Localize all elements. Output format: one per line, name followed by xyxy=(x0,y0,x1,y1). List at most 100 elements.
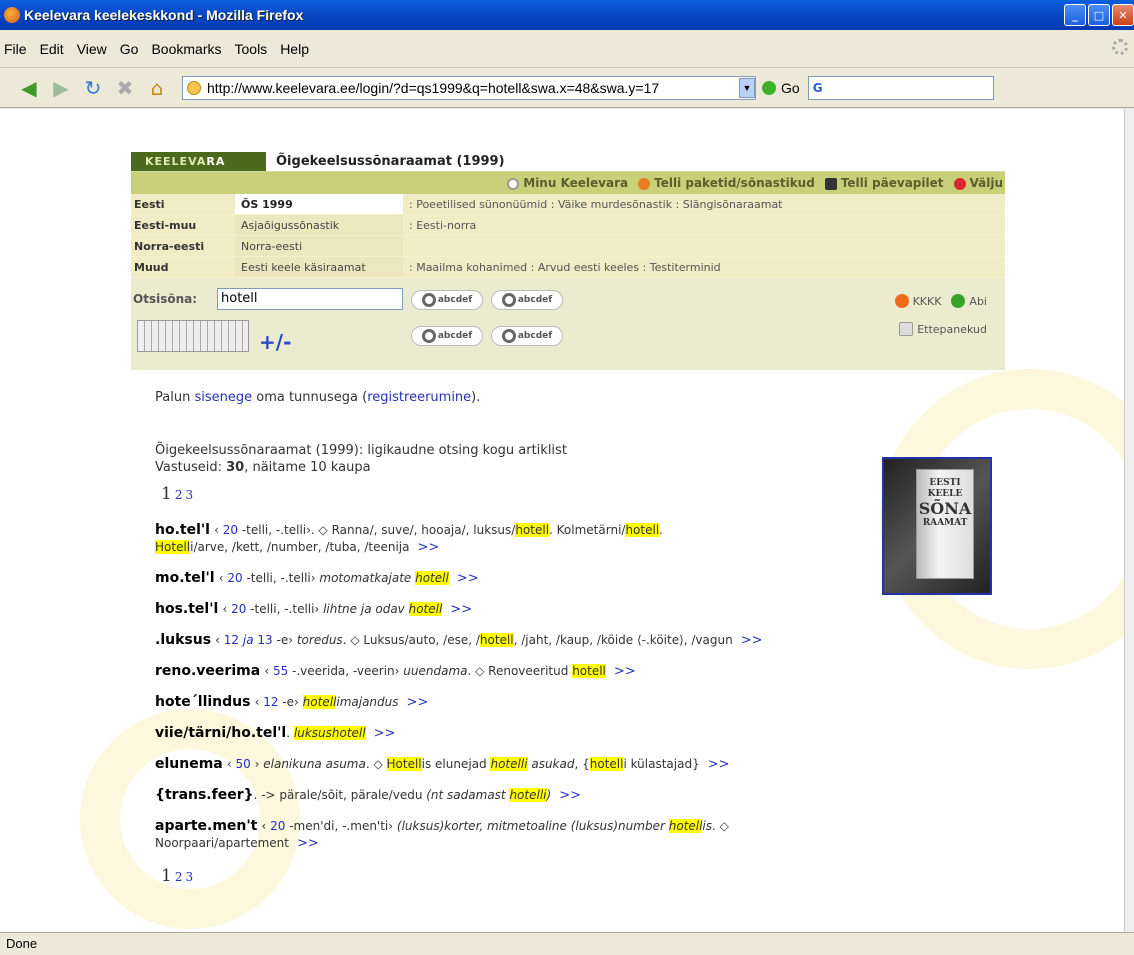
list-item: hote´llindus ‹ 12 -e› hotellimajandus >> xyxy=(155,694,429,710)
ticket-icon xyxy=(824,177,837,190)
menu-bookmarks[interactable]: Bookmarks xyxy=(151,41,221,57)
more-link[interactable]: >> xyxy=(418,540,440,555)
list-item: aparte.men't ‹ 20 -men'di, -.men'ti› (lu… xyxy=(155,818,729,851)
vertical-scrollbar[interactable] xyxy=(1124,109,1134,932)
search-box[interactable]: G xyxy=(807,75,994,100)
help-icon xyxy=(951,294,966,308)
stop-icon[interactable]: ✖ xyxy=(112,75,138,101)
page-link[interactable]: 3 xyxy=(185,870,193,884)
more-link[interactable]: >> xyxy=(407,695,429,710)
abi-link: Abi xyxy=(969,294,987,308)
address-bar[interactable]: http://www.keelevara.ee/login/?d=qs1999&… xyxy=(182,75,756,100)
more-link[interactable]: >> xyxy=(374,726,396,741)
more-link[interactable]: >> xyxy=(741,633,763,648)
list-item: reno.veerima ‹ 55 -.veerida, -veerin› uu… xyxy=(155,663,636,679)
back-icon[interactable]: ◀ xyxy=(16,75,42,101)
address-dropdown-icon[interactable]: ▼ xyxy=(739,77,755,98)
result-summary: Õigekeelsussõnaraamat (1999): ligikaudne… xyxy=(155,443,567,475)
register-link[interactable]: registreerumine xyxy=(367,390,471,405)
results-content: Palun sisenege oma tunnusega (registreer… xyxy=(155,389,975,904)
page-link[interactable]: 3 xyxy=(185,488,193,502)
list-item: {trans.feer}. -> pärale/sõit, pärale/ved… xyxy=(155,787,581,803)
list-item: elunema ‹ 50 › elanikuna asuma. ◇ Hotell… xyxy=(155,756,730,772)
go-button[interactable]: Go xyxy=(762,80,800,96)
kkkk-link[interactable]: KKKK Abi xyxy=(894,294,987,308)
menu-help[interactable]: Help xyxy=(280,41,309,57)
magnifier-icon xyxy=(421,329,436,343)
reload-icon[interactable]: ↻ xyxy=(80,75,106,101)
page-viewport: KEELEVA RA Õigekeelsussõnaraamat (1999) M… xyxy=(0,109,1124,932)
category-row-eesti-muu: Eesti-muu Asjaõigussõnastik : Eesti-norr… xyxy=(131,215,1005,236)
dictionary-cover-image: EESTI KEELE SÕNA RAAMAT xyxy=(882,457,992,595)
dictionary-panel: KEELEVA RA Õigekeelsussõnaraamat (1999) M… xyxy=(131,152,1005,370)
search-exact-button[interactable]: abcdef xyxy=(411,290,483,310)
dict-norra-eesti[interactable]: Norra-eesti xyxy=(235,236,403,256)
page-current: 1 xyxy=(161,484,172,504)
nav-valju[interactable]: Välju xyxy=(953,176,1003,190)
user-icon xyxy=(507,177,520,190)
search-input[interactable]: hotell xyxy=(217,288,403,310)
more-link[interactable]: >> xyxy=(457,571,479,586)
search-exact-button-2[interactable]: abcdef xyxy=(411,326,483,346)
address-text: http://www.keelevara.ee/login/?d=qs1999&… xyxy=(207,79,660,96)
more-link[interactable]: >> xyxy=(297,836,319,851)
category-row-eesti: Eesti ÕS 1999 : Poeetilised sünonüümid :… xyxy=(131,194,1005,215)
menu-view[interactable]: View xyxy=(77,41,107,57)
dictionary-title: Õigekeelsussõnaraamat (1999) xyxy=(276,154,505,169)
login-link[interactable]: sisenege xyxy=(194,390,252,405)
go-label: Go xyxy=(781,79,800,96)
note-icon xyxy=(899,322,914,336)
google-logo-icon: G xyxy=(812,80,823,95)
page-icon xyxy=(187,80,201,95)
forward-icon[interactable]: ▶ xyxy=(48,75,74,101)
menu-edit[interactable]: Edit xyxy=(40,41,64,57)
search-area: Otsisõna: hotell abcdef abcdef abcdef ab… xyxy=(131,278,1005,370)
category-row-muud: Muud Eesti keele käsiraamat : Maailma ko… xyxy=(131,257,1005,278)
more-link[interactable]: >> xyxy=(559,788,581,803)
maximize-button[interactable]: □ xyxy=(1088,4,1110,26)
exit-icon xyxy=(953,177,966,190)
pager-top: 123 xyxy=(161,484,975,504)
pager-bottom: 123 xyxy=(161,866,975,886)
toggle-plusminus[interactable]: +/- xyxy=(259,330,291,354)
top-navigation: Minu Keelevara Telli paketid/sõnastikud … xyxy=(131,172,1005,194)
question-icon xyxy=(894,294,909,308)
book-icon: EESTI KEELE SÕNA RAAMAT xyxy=(916,469,974,579)
nav-minu-keelevara[interactable]: Minu Keelevara xyxy=(507,176,628,190)
list-item: ho.tel'l ‹ 20 -telli, -.telli›. ◇ Ranna/… xyxy=(155,522,663,555)
virtual-keyboard-icon[interactable] xyxy=(137,320,249,352)
minimize-button[interactable]: _ xyxy=(1064,4,1086,26)
dict-kasiraamat[interactable]: Eesti keele käsiraamat xyxy=(235,257,403,277)
dict-links[interactable]: : Maailma kohanimed : Arvud eesti keeles… xyxy=(403,261,721,274)
keelevara-logo[interactable]: KEELEVA RA xyxy=(131,152,266,171)
go-icon xyxy=(762,80,776,95)
close-button[interactable]: ✕ xyxy=(1112,4,1134,26)
dict-os1999[interactable]: ÕS 1999 xyxy=(235,194,403,214)
magnifier-icon xyxy=(501,329,516,343)
search-fuzzy-button-2[interactable]: abcdef xyxy=(491,326,563,346)
throbber-icon xyxy=(1112,39,1128,55)
more-link[interactable]: >> xyxy=(450,602,472,617)
page-link[interactable]: 2 xyxy=(175,488,183,502)
more-link[interactable]: >> xyxy=(708,757,730,772)
menu-tools[interactable]: Tools xyxy=(235,41,268,57)
ettepanekud-link[interactable]: Ettepanekud xyxy=(899,322,987,336)
category-row-norra-eesti: Norra-eesti Norra-eesti xyxy=(131,236,1005,257)
more-link[interactable]: >> xyxy=(614,664,636,679)
list-item: hos.tel'l ‹ 20 -telli, -.telli› lihtne j… xyxy=(155,601,473,617)
nav-telli-paevapilet[interactable]: Telli päevapilet xyxy=(824,176,944,190)
login-notice: Palun sisenege oma tunnusega (registreer… xyxy=(155,390,481,405)
menu-file[interactable]: File xyxy=(4,41,27,57)
dict-links[interactable]: : Eesti-norra xyxy=(403,219,476,232)
page-link[interactable]: 2 xyxy=(175,870,183,884)
search-label: Otsisõna: xyxy=(133,292,198,306)
dict-asjaoigus[interactable]: Asjaõigussõnastik xyxy=(235,215,403,235)
nav-telli-paketid[interactable]: Telli paketid/sõnastikud xyxy=(638,176,815,190)
menu-go[interactable]: Go xyxy=(120,41,139,57)
search-fuzzy-button[interactable]: abcdef xyxy=(491,290,563,310)
magnifier-icon xyxy=(501,293,516,307)
magnifier-icon xyxy=(421,293,436,307)
dict-links[interactable]: : Poeetilised sünonüümid : Väike murdesõ… xyxy=(403,198,783,211)
home-icon[interactable]: ⌂ xyxy=(144,75,170,101)
list-item: viie/tärni/ho.tel'l. luksushotell >> xyxy=(155,725,396,741)
